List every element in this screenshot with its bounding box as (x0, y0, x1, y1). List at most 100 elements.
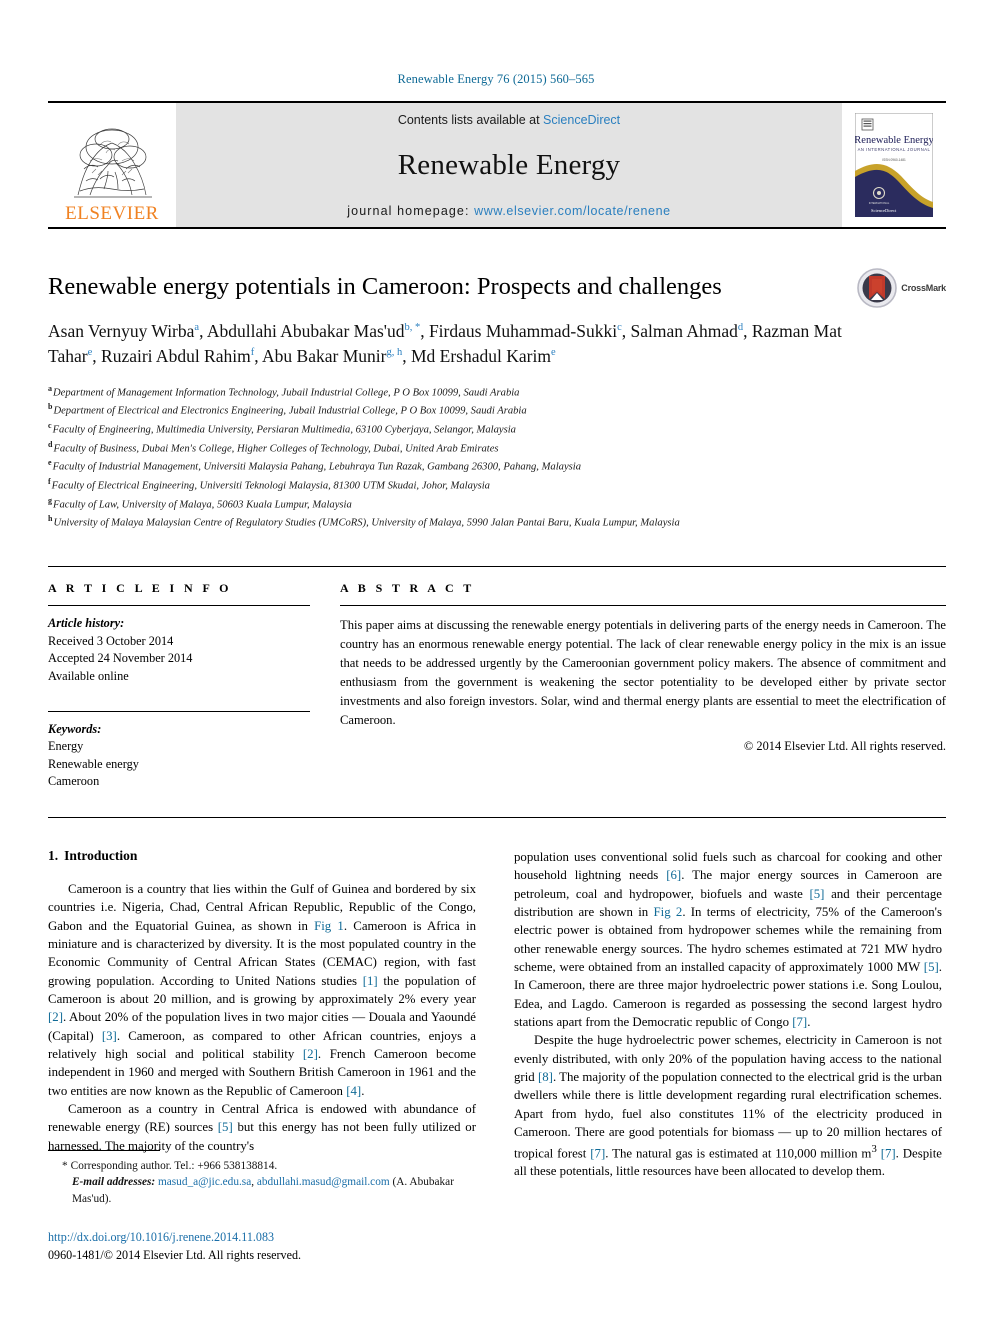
author-separator: , (92, 346, 102, 367)
affiliation-line: cFaculty of Engineering, Multimedia Univ… (48, 420, 946, 439)
footnote-rule (48, 1150, 160, 1151)
author-name: Asan Vernyuy Wirba (48, 320, 195, 341)
homepage-prefix: journal homepage: (347, 204, 475, 218)
abstract-heading: A B S T R A C T (340, 581, 475, 596)
intro-paragraph-2: Cameroon as a country in Central Africa … (48, 1100, 476, 1155)
citation-link-7b[interactable]: [7] (590, 1146, 605, 1160)
history-available: Available online (48, 668, 129, 683)
article-history-group: Article history: Received 3 October 2014… (48, 615, 310, 685)
keywords-group: Keywords: Energy Renewable energy Camero… (48, 702, 310, 791)
author-affiliation-mark: g, h (386, 347, 403, 359)
sciencedirect-link[interactable]: ScienceDirect (543, 113, 620, 127)
affiliation-line: bDepartment of Electrical and Electronic… (48, 401, 946, 420)
affiliation-mark: a (48, 383, 52, 393)
citation-link-5b[interactable]: [5] (809, 887, 824, 901)
author-separator: , (743, 320, 752, 341)
superscript-3: 3 (871, 1142, 877, 1155)
elsevier-logo: ELSEVIER (48, 103, 176, 227)
affiliation-mark: b (48, 402, 53, 412)
asterisk-icon: * (62, 1160, 68, 1172)
citation-link-8[interactable]: [8] (538, 1070, 553, 1084)
corresponding-author-note: * Corresponding author. Tel.: +966 538138… (48, 1158, 478, 1174)
citation-link-5[interactable]: [5] (218, 1120, 233, 1134)
affiliation-text: Faculty of Electrical Engineering, Unive… (51, 480, 490, 492)
email-note: E-mail addresses: masud_a@jic.edu.sa, ab… (48, 1174, 478, 1207)
text-run: . (361, 1083, 365, 1098)
intro-paragraph-3: population uses conventional solid fuels… (514, 848, 942, 1032)
affiliation-mark: f (48, 477, 51, 487)
citation-link-7[interactable]: [7] (792, 1015, 807, 1029)
page-title: Renewable energy potentials in Cameroon:… (48, 273, 722, 300)
abstract-copyright: © 2014 Elsevier Ltd. All rights reserved… (743, 738, 946, 753)
citation-link-5c[interactable]: [5] (924, 960, 939, 974)
author-name: Abu Bakar Munir (262, 346, 387, 367)
citation-link-4[interactable]: [4] (346, 1084, 361, 1098)
citation-link-3[interactable]: [3] (102, 1029, 117, 1043)
section-title: Introduction (64, 847, 138, 863)
author-name: Ruzairi Abdul Rahim (101, 346, 251, 367)
affiliation-mark: g (48, 495, 52, 505)
svg-text:AN INTERNATIONAL JOURNAL: AN INTERNATIONAL JOURNAL (858, 147, 931, 152)
email-link-2[interactable]: abdullahi.masud@gmail.com (257, 1176, 390, 1188)
author-separator: , (621, 320, 631, 341)
article-info-rule (48, 605, 310, 607)
crossmark-label: CrossMark (901, 283, 946, 293)
citation-link-7c[interactable]: [7] (881, 1146, 896, 1160)
article-history-label: Article history: (48, 616, 125, 631)
author-name: Salman Ahmad (630, 320, 738, 341)
author-separator: , (420, 320, 429, 341)
author-separator: , (402, 346, 411, 367)
affiliation-text: Faculty of Law, University of Malaya, 50… (53, 499, 352, 511)
running-head: Renewable Energy 76 (2015) 560–565 (397, 72, 595, 86)
journal-band: Contents lists available at ScienceDirec… (176, 103, 842, 227)
svg-text:INTERNATIONAL: INTERNATIONAL (869, 201, 890, 205)
title-block: CrossMark Renewable energy potentials in… (48, 268, 946, 532)
affiliation-text: Department of Electrical and Electronics… (53, 405, 527, 417)
affiliation-line: gFaculty of Law, University of Malaya, 5… (48, 495, 946, 514)
author-affiliation-mark: b, * (404, 322, 421, 334)
affiliation-line: aDepartment of Management Information Te… (48, 383, 946, 402)
author-separator: , (199, 320, 207, 341)
doi-link[interactable]: http://dx.doi.org/10.1016/j.renene.2014.… (48, 1228, 301, 1246)
keyword-renewable-energy: Renewable energy (48, 756, 139, 771)
history-accepted: Accepted 24 November 2014 (48, 651, 193, 666)
svg-text:ScienceDirect: ScienceDirect (871, 208, 897, 213)
citation-link-2[interactable]: [2] (48, 1010, 63, 1024)
text-run: . (807, 1015, 811, 1030)
affiliation-mark: d (48, 439, 53, 449)
journal-cover-thumbnail: Renewable Energy AN INTERNATIONAL JOURNA… (842, 103, 946, 227)
affiliation-text: Department of Management Information Tec… (53, 387, 520, 399)
corresponding-author-text: Corresponding author. Tel.: +966 5381388… (70, 1160, 278, 1172)
text-run: . The natural gas is estimated at 110,00… (605, 1145, 872, 1160)
figure-link-fig2[interactable]: Fig 2 (653, 905, 682, 919)
body-right-column: population uses conventional solid fuels… (514, 848, 942, 1181)
svg-text:Renewable Energy: Renewable Energy (855, 135, 933, 146)
author-name: Abdullahi Abubakar Mas'ud (206, 320, 405, 341)
crossmark-badge[interactable]: CrossMark (856, 267, 946, 309)
body-columns: 1. Introduction Cameroon is a country tha… (48, 816, 946, 1181)
email-link-1[interactable]: masud_a@jic.edu.sa (158, 1176, 251, 1188)
paper-page: Renewable Energy 76 (2015) 560–565 ELSEV… (0, 0, 992, 1323)
citation-link-1[interactable]: [1] (363, 974, 378, 988)
journal-homepage-link[interactable]: www.elsevier.com/locate/renene (474, 204, 671, 218)
keywords-rule (48, 710, 310, 712)
abstract-text: This paper aims at discussing the renewa… (340, 618, 946, 727)
citation-link-2b[interactable]: [2] (303, 1047, 318, 1061)
affiliation-line: hUniversity of Malaya Malaysian Centre o… (48, 513, 946, 532)
svg-text:ISSN 0960-1481: ISSN 0960-1481 (882, 158, 906, 162)
elsevier-tree-icon (74, 128, 152, 198)
abstract-column: A B S T R A C T This paper aims at discu… (340, 567, 946, 791)
author-list: Asan Vernyuy Wirbaa, Abdullahi Abubakar … (48, 319, 848, 370)
intro-paragraph-4: Despite the huge hydroelectric power sch… (514, 1031, 942, 1180)
article-info-column: A R T I C L E I N F O Article history: R… (48, 567, 310, 791)
author-name: Md Ershadul Karim (410, 346, 551, 367)
citation-link-6[interactable]: [6] (666, 868, 681, 882)
info-abstract-section: A R T I C L E I N F O Article history: R… (48, 566, 946, 791)
journal-title: Renewable Energy (397, 149, 621, 181)
doi-block: http://dx.doi.org/10.1016/j.renene.2014.… (48, 1228, 301, 1264)
affiliation-text: Faculty of Industrial Management, Univer… (52, 461, 582, 473)
figure-link-fig1[interactable]: Fig 1 (314, 919, 344, 933)
journal-homepage-line: journal homepage: www.elsevier.com/locat… (347, 204, 670, 218)
section-number: 1. (48, 847, 59, 863)
cover-image: Renewable Energy AN INTERNATIONAL JOURNA… (855, 113, 933, 217)
